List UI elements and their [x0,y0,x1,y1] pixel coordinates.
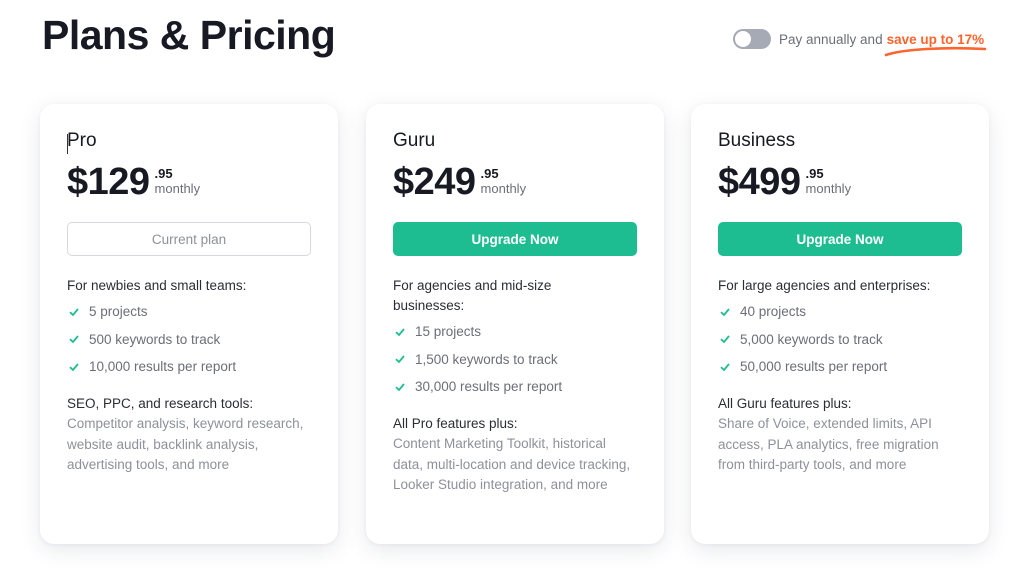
extra-features-description: Competitor analysis, keyword research, w… [67,416,304,472]
plan-audience: For large agencies and enterprises: [718,278,931,293]
check-icon [395,383,405,392]
feature-item: 50,000 results per report [718,353,887,381]
check-icon [395,355,405,364]
page-title: Plans & Pricing [42,12,336,58]
plan-audience: For agencies and mid-size businesses: [393,278,552,313]
price-amount: $499 [718,161,801,203]
check-icon [720,363,730,372]
plan-price: $129 .95 monthly [67,160,200,204]
annual-billing-toggle[interactable] [733,29,771,49]
feature-item: 5,000 keywords to track [718,326,887,354]
plan-name: Pro [67,130,97,151]
price-period: monthly [480,181,527,196]
price-period: monthly [154,181,201,196]
billing-label: Pay annually and [779,31,883,47]
toggle-knob [735,31,751,47]
plan-card-business: Business $499 .95 monthly Upgrade Now Fo… [691,104,989,544]
check-icon [69,335,79,344]
check-icon [720,308,730,317]
plan-name: Business [718,130,796,151]
plan-card-pro: Pro $129 .95 monthly Current plan For ne… [40,104,338,544]
extra-features-description: Content Marketing Toolkit, historical da… [393,436,631,492]
price-cents: .95 [154,166,173,181]
feature-item: 40 projects [718,298,887,326]
price-cents: .95 [805,166,824,181]
feature-list: 5 projects 500 keywords to track 10,000 … [67,298,236,381]
check-icon [720,335,730,344]
check-icon [395,328,405,337]
plan-price: $499 .95 monthly [718,160,851,204]
feature-item: 30,000 results per report [393,373,562,401]
feature-item: 10,000 results per report [67,353,236,381]
feature-list: 15 projects 1,500 keywords to track 30,0… [393,318,562,401]
feature-list: 40 projects 5,000 keywords to track 50,0… [718,298,887,381]
upgrade-now-button[interactable]: Upgrade Now [718,222,962,256]
plan-price: $249 .95 monthly [393,160,526,204]
feature-item: 500 keywords to track [67,326,236,354]
price-cents: .95 [480,166,499,181]
plan-card-guru: Guru $249 .95 monthly Upgrade Now For ag… [366,104,664,544]
plan-audience: For newbies and small teams: [67,278,247,293]
price-amount: $249 [393,161,476,203]
upgrade-now-button[interactable]: Upgrade Now [393,222,637,256]
current-plan-button[interactable]: Current plan [67,222,311,256]
extra-features-description: Share of Voice, extended limits, API acc… [718,416,939,472]
extra-features-title: All Guru features plus: [718,396,852,411]
savings-underline-icon [884,46,987,57]
check-icon [69,308,79,317]
plan-name: Guru [393,130,436,151]
extra-features-title: SEO, PPC, and research tools: [67,396,254,411]
feature-item: 15 projects [393,318,562,346]
feature-item: 1,500 keywords to track [393,346,562,374]
price-amount: $129 [67,161,150,203]
price-period: monthly [805,181,852,196]
feature-item: 5 projects [67,298,236,326]
check-icon [69,363,79,372]
extra-features-title: All Pro features plus: [393,416,518,431]
